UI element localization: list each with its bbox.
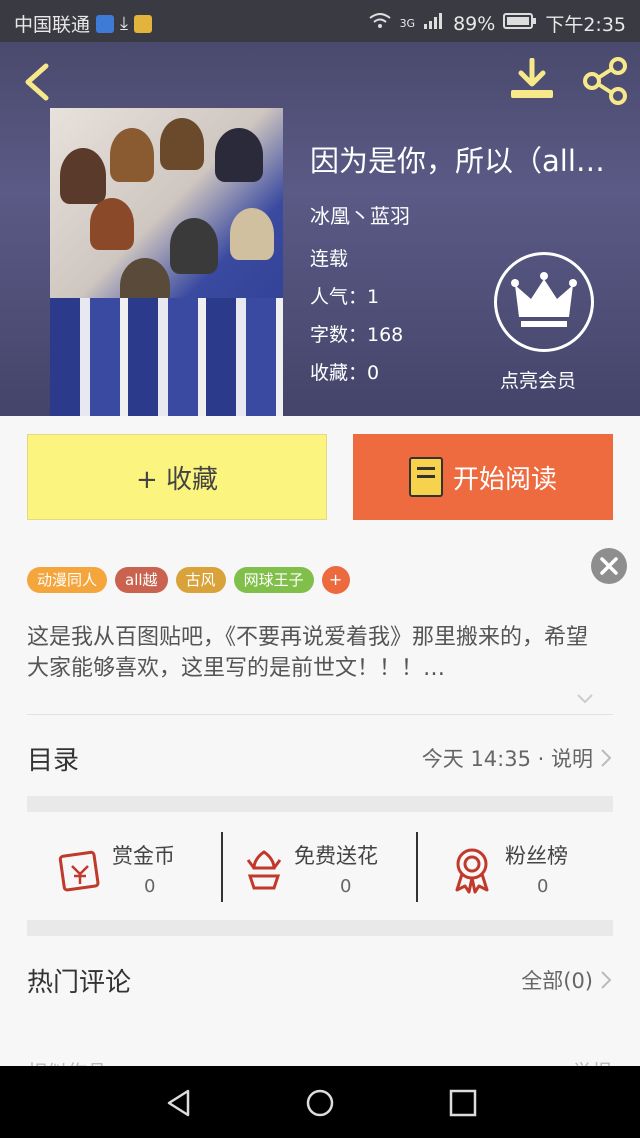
triangle-back-icon [167,1089,190,1117]
vip-label[interactable]: 点亮会员 [500,366,576,393]
start-reading-button[interactable]: 开始阅读 [353,434,613,520]
all-comments-button[interactable]: 全部(0) [521,965,613,995]
download-status-icon: ⤓ [120,13,128,34]
vip-button[interactable] [494,252,594,352]
nav-home-button[interactable] [305,1088,335,1122]
shield-icon [96,14,115,33]
divider [27,714,613,715]
reward-coins-label: 赏金币 [112,844,175,868]
tag-item[interactable]: 网球王子 [233,567,314,593]
back-button[interactable] [18,62,58,102]
circle-home-icon [306,1089,334,1117]
book-description[interactable]: 这是我从百图贴吧，《不要再说爱着我》那里搬来的，希望大家能够喜欢，这里写的是前世… [27,622,607,684]
signal-icon [423,12,445,35]
tag-item[interactable]: 动漫同人 [27,567,108,593]
add-tag-button[interactable]: + [321,566,350,594]
send-flower-button[interactable]: 免费送花 0 [240,832,410,902]
carrier-label: 中国联通 [14,14,91,36]
download-button[interactable] [508,57,556,102]
send-flower-label: 免费送花 [294,844,378,868]
divider [221,832,223,902]
catalog-title[interactable]: 目录 [27,740,79,777]
nav-recents-button[interactable] [448,1088,478,1122]
book-header: 因为是你，所以（all… 冰凰丶蓝羽 连载 人气：1 字数：168 收藏：0 点… [0,42,640,416]
time-label: 下午2:35 [545,14,626,36]
tag-item[interactable]: 古风 [175,567,226,593]
expand-description-button[interactable] [576,690,594,708]
chevron-down-icon [577,694,593,704]
fan-ranking-button[interactable]: 粉丝榜 0 [445,832,615,902]
reward-coins-button[interactable]: 赏金币 0 [50,832,220,902]
back-arrow-icon [25,63,49,101]
hot-comments-title: 热门评论 [27,968,132,998]
book-icon [408,457,443,497]
book-author[interactable]: 冰凰丶蓝羽 [310,200,410,229]
flower-icon [246,850,282,890]
system-nav-bar [0,1066,640,1138]
add-favorite-button[interactable]: + 收藏 [27,434,327,520]
battery-icon [503,12,537,35]
book-cover-image[interactable] [50,108,283,416]
book-favorites: 收藏：0 [310,362,380,384]
book-status: 连载 [310,248,349,270]
download-icon [511,57,553,98]
book-popularity: 人气：1 [310,286,380,308]
battery-label: 89% [453,12,496,35]
send-flower-value: 0 [340,876,352,897]
medal-icon [455,848,489,894]
close-icon [600,557,618,575]
reward-coins-value: 0 [144,876,156,897]
all-comments-label: 全部(0) [521,969,593,993]
add-favorite-label: + 收藏 [135,464,219,495]
status-bar: 中国联通 ⤓ 3G 89% 下午2:35 [0,0,640,42]
catalog-update-time: 今天 14:35 · 说明 [421,747,593,771]
network-label: 3G [399,17,416,30]
nav-back-button[interactable] [164,1088,194,1122]
chevron-right-icon [601,749,612,767]
fan-ranking-label: 粉丝榜 [505,844,568,868]
app-badge-icon [133,14,152,33]
catalog-row[interactable]: 今天 14:35 · 说明 [422,743,613,773]
share-icon [583,57,627,105]
red-envelope-icon [58,850,100,892]
tag-item[interactable]: all越 [115,567,168,593]
section-separator [27,920,613,936]
book-title: 因为是你，所以（all… [310,144,605,178]
chevron-right-icon [601,971,612,989]
section-separator [27,796,613,812]
fan-ranking-value: 0 [537,876,549,897]
share-button[interactable] [580,56,630,106]
start-reading-label: 开始阅读 [452,464,557,495]
divider [416,832,418,902]
square-recents-icon [449,1089,477,1117]
wifi-icon [368,12,392,35]
book-word-count: 字数：168 [310,324,404,346]
close-button[interactable] [591,548,627,584]
crown-icon [511,272,577,327]
tag-list: 动漫同人 all越 古风 网球王子 + [27,566,350,594]
